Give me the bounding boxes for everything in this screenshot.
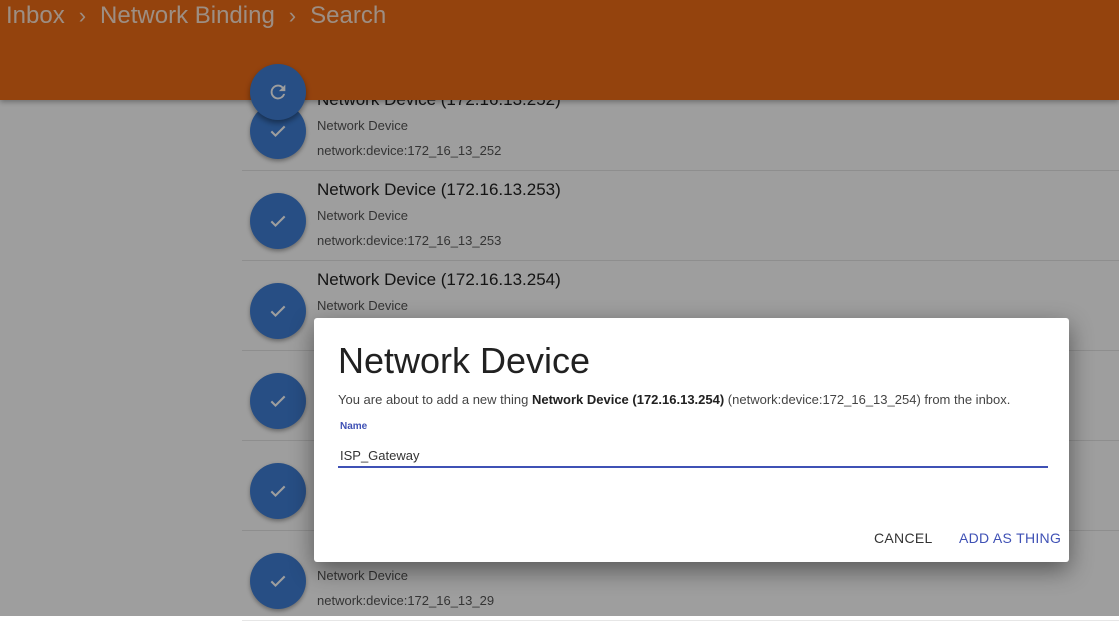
dialog-title: Network Device [338, 340, 591, 381]
message-thing-name: Network Device (172.16.13.254) [531, 392, 725, 407]
add-as-thing-button[interactable]: ADD AS THING [953, 526, 1067, 550]
message-prefix: You are about to add a new thing [338, 392, 532, 407]
name-input[interactable] [338, 444, 1048, 468]
message-suffix: (network:device:172_16_13_254) from the … [724, 392, 1011, 407]
dialog-message: You are about to add a new thing Network… [338, 392, 1010, 407]
add-thing-dialog: Network Device You are about to add a ne… [314, 318, 1069, 562]
cancel-button[interactable]: CANCEL [868, 526, 939, 550]
name-field-label: Name [340, 421, 368, 432]
